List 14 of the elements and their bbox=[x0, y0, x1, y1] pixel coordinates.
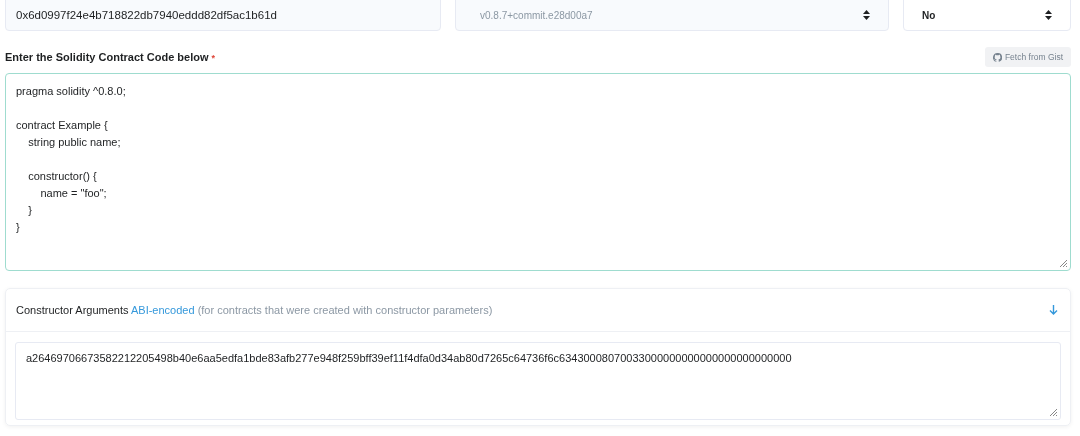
github-icon bbox=[992, 52, 1002, 62]
fetch-gist-button[interactable]: Fetch from Gist bbox=[984, 47, 1071, 67]
constructor-arguments-title: Constructor Arguments ABI-encoded (for contracts that were created with constructor parameters) bbox=[16, 304, 493, 316]
code-label: Enter the Solidity Contract Code below * bbox=[5, 51, 216, 63]
card-header[interactable]: Constructor Arguments ABI-encoded (for contracts that were created with constructor parameters) bbox=[6, 289, 1070, 332]
sort-caret-icon bbox=[1045, 10, 1052, 20]
code-editor[interactable]: pragma solidity ^0.8.0; contract Example { string public name; constructor() { name = "foo"; } } bbox=[5, 73, 1071, 271]
optimization-select[interactable]: No bbox=[903, 0, 1071, 31]
resize-grip-icon bbox=[1059, 259, 1068, 268]
resize-grip-icon bbox=[1049, 408, 1058, 417]
arrow-down-icon[interactable] bbox=[1049, 305, 1058, 315]
sort-caret-icon bbox=[863, 10, 870, 20]
address-field[interactable]: 0x6d0997f24e4b718822db7940eddd82df5ac1b61d bbox=[5, 0, 441, 31]
constructor-arguments-field[interactable]: a26469706673582212205498b40e6aa5edfa1bde83afb277e948f259bff39ef11f4dfa0d34ab80d7265c64736f6c63430008070033000000000000000000000000 bbox=[15, 342, 1061, 420]
